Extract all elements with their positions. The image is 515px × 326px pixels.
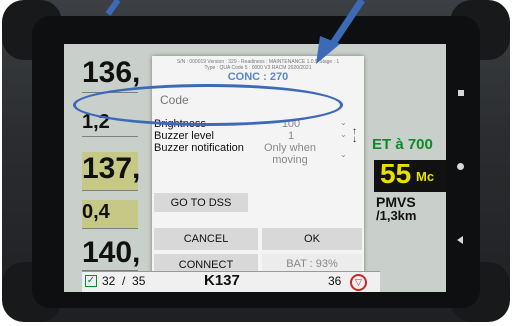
- app-screen: 136, 1,2 137, 0,4 140, ET à 700 55 Mc PM…: [64, 44, 446, 292]
- checkbox-icon[interactable]: ✓: [85, 275, 97, 287]
- count-label: 32 / 35: [102, 274, 146, 288]
- setting-buzzer-notification[interactable]: Buzzer notification Only when moving ⌄: [152, 142, 364, 168]
- warning-icon: ▽: [350, 274, 367, 291]
- dropdown-icon[interactable]: ⌄: [340, 150, 347, 159]
- status-bar: ✓ 32 / 35 K137 36 ▽: [82, 271, 380, 292]
- speed-unit: Mc: [416, 169, 435, 184]
- tablet-device: 136, 1,2 137, 0,4 140, ET à 700 55 Mc PM…: [2, 0, 510, 322]
- nav-back-icon[interactable]: [457, 236, 463, 244]
- route-label: K137: [204, 272, 240, 289]
- cancel-button[interactable]: CANCEL: [154, 228, 258, 250]
- right-line1: ET à 700: [372, 136, 433, 153]
- speed-value: 55: [380, 158, 412, 189]
- conc-label: CONC : 270: [227, 71, 289, 83]
- nav-square-icon[interactable]: [458, 90, 464, 96]
- setting-buzzer-level[interactable]: Buzzer level 1 ⌄ ↑ ↓: [152, 127, 364, 145]
- dropdown-icon[interactable]: ⌄: [340, 118, 347, 127]
- speed-box: 55 Mc: [374, 158, 446, 192]
- nav-circle-icon[interactable]: [457, 163, 464, 170]
- value-row-highlight: 0,4: [82, 200, 138, 229]
- go-to-dss-button[interactable]: GO TO DSS: [154, 193, 248, 212]
- dropdown-icon[interactable]: ⌄: [340, 130, 347, 139]
- setting-value: Only when moving: [264, 142, 316, 166]
- setting-label: Buzzer notification: [154, 142, 244, 154]
- value-row-highlight: 137,: [82, 152, 140, 191]
- setting-value: 1: [287, 130, 295, 142]
- setting-label: Buzzer level: [154, 130, 214, 142]
- right-info-panel: ET à 700 55 Mc PMVS /1,3km: [372, 44, 446, 292]
- highlight-ellipse: [73, 84, 343, 126]
- ok-button[interactable]: OK: [262, 228, 362, 250]
- number-label: 36: [328, 274, 342, 288]
- right-line4: /1,3km: [376, 208, 417, 223]
- value-row: 140,: [82, 236, 141, 271]
